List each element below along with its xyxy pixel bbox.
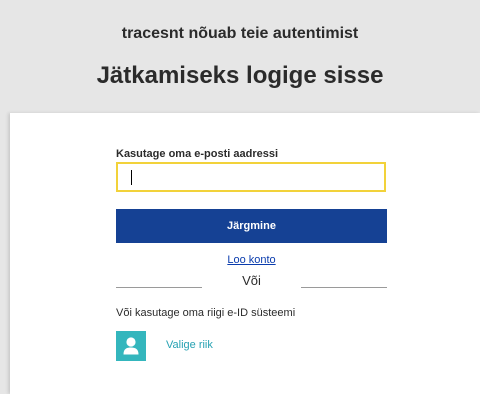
email-label: Kasutage oma e-posti aadressi [116, 148, 279, 160]
eid-instruction: Või kasutage oma riigi e-ID süsteemi [116, 307, 296, 319]
select-country-label: Valige riik [166, 339, 213, 351]
next-button[interactable]: Järgmine [116, 209, 387, 243]
create-account-link-text[interactable]: Loo konto [227, 254, 275, 266]
divider-right [301, 287, 387, 288]
select-country-button[interactable]: Valige riik [116, 331, 266, 361]
text-caret [131, 170, 132, 185]
email-field[interactable] [116, 162, 386, 192]
divider-or-text: Või [242, 273, 261, 288]
person-icon [116, 331, 146, 361]
page-title: Jätkamiseks logige sisse [96, 62, 384, 89]
create-account-link: Loo konto [116, 254, 387, 266]
app-auth-subtitle: tracesnt nõuab teie autentimist [121, 25, 359, 42]
